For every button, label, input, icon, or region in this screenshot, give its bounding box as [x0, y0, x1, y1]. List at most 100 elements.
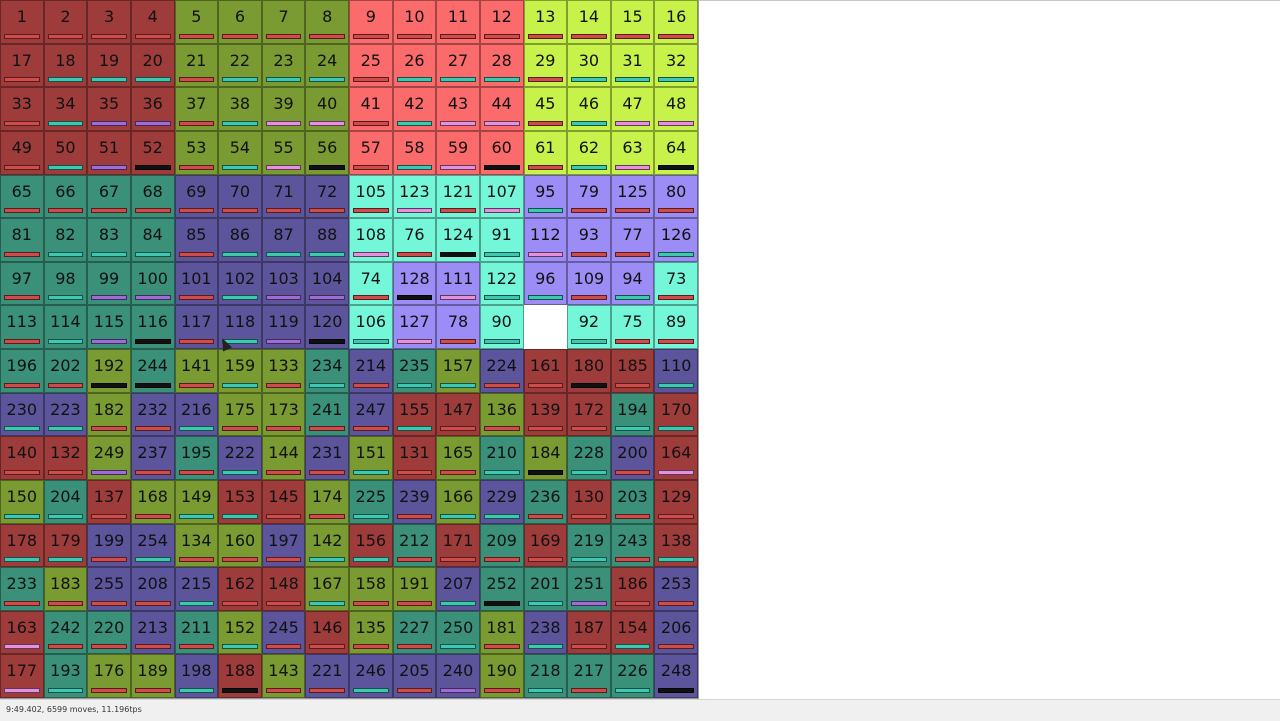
puzzle-tile[interactable]: 201: [523, 567, 568, 611]
puzzle-tile[interactable]: 67: [87, 174, 131, 219]
puzzle-tile[interactable]: 127: [392, 305, 437, 349]
puzzle-tile[interactable]: 82: [43, 218, 88, 262]
puzzle-tile[interactable]: 62: [567, 130, 611, 175]
puzzle-tile[interactable]: 232: [130, 392, 175, 437]
puzzle-tile[interactable]: 16: [654, 0, 698, 44]
puzzle-tile[interactable]: 6: [218, 0, 262, 44]
puzzle-tile[interactable]: 193: [43, 654, 88, 698]
puzzle-tile[interactable]: 152: [218, 610, 262, 655]
puzzle-tile[interactable]: 40: [305, 87, 349, 131]
puzzle-tile[interactable]: 179: [43, 523, 88, 568]
puzzle-tile[interactable]: 88: [305, 218, 349, 262]
puzzle-tile[interactable]: 186: [610, 567, 655, 611]
puzzle-tile[interactable]: 198: [174, 654, 219, 698]
puzzle-tile[interactable]: 71: [261, 174, 306, 219]
puzzle-tile[interactable]: 200: [610, 436, 655, 480]
puzzle-tile[interactable]: 13: [523, 0, 568, 44]
puzzle-tile[interactable]: 23: [261, 43, 306, 88]
puzzle-tile[interactable]: 74: [349, 261, 393, 306]
puzzle-tile[interactable]: 5: [174, 0, 219, 44]
puzzle-tile[interactable]: 72: [305, 174, 349, 219]
puzzle-tile[interactable]: 222: [218, 436, 262, 480]
puzzle-tile[interactable]: 125: [610, 174, 655, 219]
puzzle-tile[interactable]: 42: [392, 87, 437, 131]
puzzle-tile[interactable]: 215: [174, 567, 219, 611]
puzzle-tile[interactable]: 241: [305, 392, 349, 437]
puzzle-tile[interactable]: 113: [0, 305, 44, 349]
puzzle-tile[interactable]: 46: [567, 87, 611, 131]
puzzle-tile[interactable]: 37: [174, 87, 219, 131]
puzzle-tile[interactable]: 111: [436, 261, 480, 306]
puzzle-tile[interactable]: 8: [305, 0, 349, 44]
puzzle-tile[interactable]: 50: [43, 130, 88, 175]
puzzle-tile[interactable]: 218: [523, 654, 568, 698]
puzzle-tile[interactable]: 175: [218, 392, 262, 437]
puzzle-tile[interactable]: 107: [479, 174, 524, 219]
puzzle-tile[interactable]: 28: [479, 43, 524, 88]
puzzle-tile[interactable]: 224: [479, 349, 524, 393]
puzzle-tile[interactable]: 191: [392, 567, 437, 611]
puzzle-tile[interactable]: 55: [261, 130, 306, 175]
puzzle-tile[interactable]: 154: [610, 610, 655, 655]
puzzle-tile[interactable]: 33: [0, 87, 44, 131]
puzzle-tile[interactable]: 121: [436, 174, 480, 219]
puzzle-tile[interactable]: 185: [610, 349, 655, 393]
puzzle-tile[interactable]: 244: [130, 349, 175, 393]
puzzle-tile[interactable]: 242: [43, 610, 88, 655]
puzzle-tile[interactable]: 24: [305, 43, 349, 88]
puzzle-tile[interactable]: 204: [43, 479, 88, 524]
puzzle-tile[interactable]: 161: [523, 349, 568, 393]
puzzle-tile[interactable]: 66: [43, 174, 88, 219]
puzzle-tile[interactable]: 195: [174, 436, 219, 480]
puzzle-tile[interactable]: 79: [567, 174, 611, 219]
puzzle-tile[interactable]: 247: [349, 392, 393, 437]
puzzle-board[interactable]: 1 2 3 4 5 6 7 8 9 10 11 12 13 14 15 16 17 18 19 20 21 22 23 24 2…: [0, 0, 699, 699]
puzzle-tile[interactable]: 160: [218, 523, 262, 568]
puzzle-tile[interactable]: 146: [305, 610, 349, 655]
puzzle-tile[interactable]: 181: [479, 610, 524, 655]
puzzle-tile[interactable]: 44: [479, 87, 524, 131]
puzzle-tile[interactable]: 11: [436, 0, 480, 44]
puzzle-tile[interactable]: 233: [0, 567, 44, 611]
puzzle-tile[interactable]: 102: [218, 261, 262, 306]
puzzle-tile[interactable]: 84: [130, 218, 175, 262]
empty-slot[interactable]: [523, 305, 568, 349]
puzzle-tile[interactable]: 18: [43, 43, 88, 88]
puzzle-tile[interactable]: 151: [349, 436, 393, 480]
puzzle-tile[interactable]: 122: [479, 261, 524, 306]
puzzle-tile[interactable]: 112: [523, 218, 568, 262]
puzzle-tile[interactable]: 104: [305, 261, 349, 306]
puzzle-tile[interactable]: 228: [567, 436, 611, 480]
puzzle-tile[interactable]: 169: [523, 523, 568, 568]
puzzle-tile[interactable]: 197: [261, 523, 306, 568]
puzzle-tile[interactable]: 225: [349, 479, 393, 524]
puzzle-tile[interactable]: 110: [654, 349, 698, 393]
puzzle-tile[interactable]: 63: [610, 130, 655, 175]
puzzle-tile[interactable]: 246: [349, 654, 393, 698]
puzzle-tile[interactable]: 254: [130, 523, 175, 568]
puzzle-tile[interactable]: 53: [174, 130, 219, 175]
puzzle-tile[interactable]: 145: [261, 479, 306, 524]
puzzle-tile[interactable]: 29: [523, 43, 568, 88]
puzzle-tile[interactable]: 172: [567, 392, 611, 437]
puzzle-tile[interactable]: 97: [0, 261, 44, 306]
puzzle-tile[interactable]: 60: [479, 130, 524, 175]
puzzle-tile[interactable]: 230: [0, 392, 44, 437]
puzzle-tile[interactable]: 176: [87, 654, 131, 698]
puzzle-tile[interactable]: 221: [305, 654, 349, 698]
puzzle-tile[interactable]: 207: [436, 567, 480, 611]
puzzle-tile[interactable]: 105: [349, 174, 393, 219]
puzzle-tile[interactable]: 27: [436, 43, 480, 88]
puzzle-tile[interactable]: 216: [174, 392, 219, 437]
puzzle-tile[interactable]: 141: [174, 349, 219, 393]
puzzle-tile[interactable]: 43: [436, 87, 480, 131]
puzzle-tile[interactable]: 94: [610, 261, 655, 306]
puzzle-tile[interactable]: 10: [392, 0, 437, 44]
puzzle-tile[interactable]: 190: [479, 654, 524, 698]
puzzle-tile[interactable]: 238: [523, 610, 568, 655]
puzzle-tile[interactable]: 137: [87, 479, 131, 524]
puzzle-tile[interactable]: 164: [654, 436, 698, 480]
puzzle-tile[interactable]: 49: [0, 130, 44, 175]
puzzle-tile[interactable]: 51: [87, 130, 131, 175]
puzzle-tile[interactable]: 129: [654, 479, 698, 524]
